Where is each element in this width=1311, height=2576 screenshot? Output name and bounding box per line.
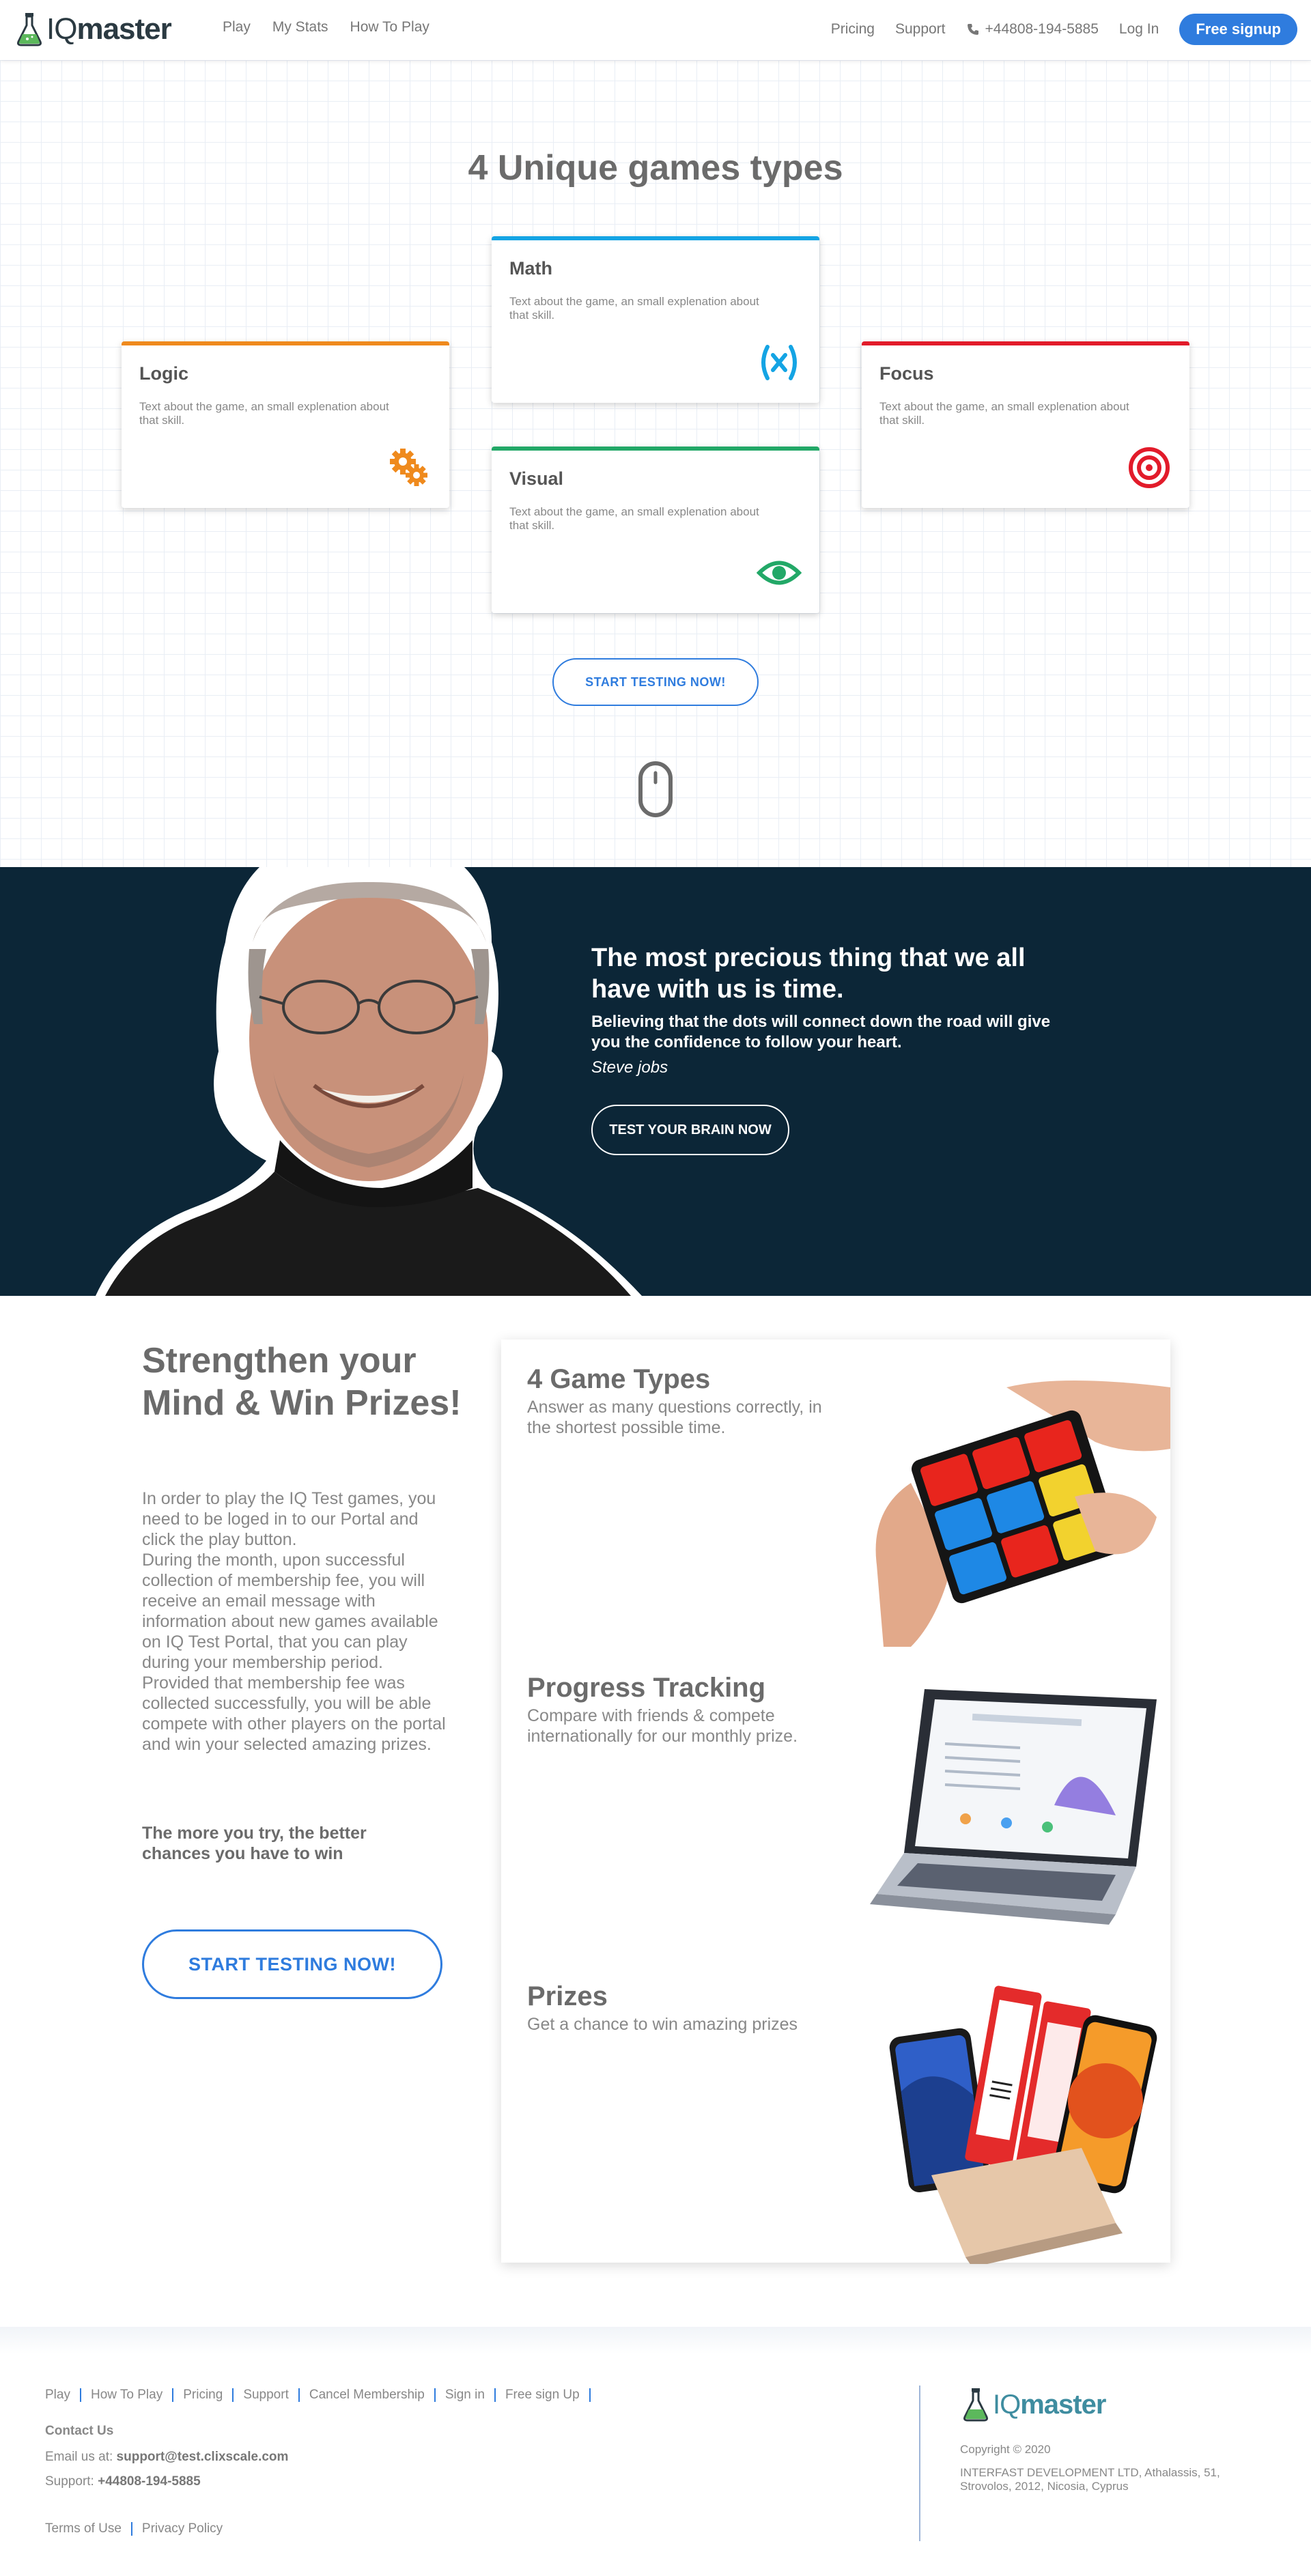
- phone-link[interactable]: +44808-194-5885: [966, 21, 1099, 38]
- eye-icon: [757, 561, 802, 585]
- footer-divider-band: [0, 2327, 1311, 2354]
- card-description: Text about the game, an small explenatio…: [879, 400, 1129, 427]
- start-testing-button[interactable]: START TESTING NOW!: [552, 658, 759, 706]
- contact-support: Support: +44808-194-5885: [45, 2474, 201, 2489]
- footer-link-free-sign-up[interactable]: Free sign Up: [496, 2388, 591, 2402]
- copyright-text: Copyright © 2020: [960, 2443, 1051, 2456]
- feature-progress-tracking: Progress Tracking Compare with friends &…: [501, 1648, 1170, 1957]
- login-link[interactable]: Log In: [1119, 21, 1159, 38]
- secondary-nav: Pricing Support +44808-194-5885 Log In F…: [831, 14, 1297, 45]
- footer-link-pricing[interactable]: Pricing: [173, 2388, 234, 2402]
- feature-title: Prizes: [527, 1981, 608, 2011]
- card-title: Visual: [509, 468, 564, 489]
- footer-link-sign-in[interactable]: Sign in: [436, 2388, 496, 2402]
- laptop-image: [870, 1689, 1157, 1925]
- phone-number: +44808-194-5885: [985, 21, 1099, 37]
- card-focus[interactable]: Focus Text about the game, an small expl…: [862, 341, 1189, 508]
- footer-link-play[interactable]: Play: [45, 2388, 81, 2402]
- card-logic[interactable]: Logic Text about the game, an small expl…: [122, 341, 449, 508]
- card-math[interactable]: Math Text about the game, an small exple…: [492, 236, 819, 403]
- site-logo[interactable]: IQmaster: [15, 11, 172, 48]
- strengthen-body: In order to play the IQ Test games, you …: [142, 1488, 449, 1755]
- section-title: 4 Unique games types: [468, 148, 843, 188]
- quote-section: The most precious thing that we all have…: [0, 867, 1311, 1296]
- site-header: IQmaster Play My Stats How To Play Prici…: [0, 0, 1311, 60]
- footer-link-how-to-play[interactable]: How To Play: [81, 2388, 174, 2402]
- math-multiply-icon: [761, 345, 797, 380]
- scroll-mouse-icon[interactable]: [638, 761, 673, 818]
- logo-suffix: master: [1020, 2389, 1106, 2420]
- footer-link-support[interactable]: Support: [234, 2388, 300, 2402]
- quote-headline: The most precious thing that we all have…: [591, 944, 1026, 1004]
- start-testing-button-large[interactable]: START TESTING NOW!: [142, 1929, 442, 1999]
- privacy-policy-link[interactable]: Privacy Policy: [132, 2522, 232, 2536]
- feature-title: Progress Tracking: [527, 1673, 766, 1703]
- email-link[interactable]: support@test.clixscale.com: [117, 2450, 289, 2464]
- feature-prizes: Prizes Get a chance to win amazing prize…: [501, 1957, 1170, 2265]
- flask-icon: [963, 2388, 988, 2422]
- site-footer: Play How To Play Pricing Support Cancel …: [0, 2327, 1311, 2576]
- phone-icon: [967, 24, 978, 35]
- logo-suffix: master: [76, 12, 171, 46]
- body-paragraph: In order to play the IQ Test games, you …: [142, 1489, 436, 1549]
- nav-play[interactable]: Play: [223, 19, 251, 36]
- target-icon: [1129, 447, 1170, 488]
- nav-how-to-play[interactable]: How To Play: [350, 19, 429, 36]
- legal-links: Terms of Use Privacy Policy: [45, 2522, 232, 2536]
- strengthen-section: Strengthen your Mind & Win Prizes! In or…: [0, 1296, 1311, 2327]
- card-visual[interactable]: Visual Text about the game, an small exp…: [492, 447, 819, 613]
- test-your-brain-button[interactable]: TEST YOUR BRAIN NOW: [591, 1105, 789, 1155]
- portrait-image: [96, 867, 642, 1296]
- nav-my-stats[interactable]: My Stats: [272, 19, 328, 36]
- support-phone-link[interactable]: +44808-194-5885: [98, 2474, 201, 2489]
- card-description: Text about the game, an small explenatio…: [139, 400, 389, 427]
- flask-icon: [17, 13, 42, 46]
- terms-of-use-link[interactable]: Terms of Use: [45, 2522, 132, 2536]
- feature-game-types: 4 Game Types Answer as many questions co…: [501, 1340, 1170, 1648]
- game-types-section: 4 Unique games types Math Text about the…: [0, 60, 1311, 867]
- footer-links: Play How To Play Pricing Support Cancel …: [45, 2388, 591, 2402]
- card-title: Math: [509, 258, 552, 279]
- footer-link-cancel-membership[interactable]: Cancel Membership: [300, 2388, 436, 2402]
- email-label: Email us at:: [45, 2450, 113, 2464]
- footer-vertical-divider: [919, 2386, 920, 2541]
- contact-email: Email us at: support@test.clixscale.com: [45, 2450, 288, 2465]
- feature-description: Answer as many questions correctly, in t…: [527, 1398, 822, 1437]
- company-address: INTERFAST DEVELOPMENT LTD, Athalassis, 5…: [960, 2466, 1220, 2493]
- strengthen-highlight: The more you try, the better chances you…: [142, 1824, 367, 1863]
- footer-logo[interactable]: IQmaster: [961, 2387, 1106, 2422]
- prizes-image: [889, 1985, 1157, 2264]
- body-paragraph: Provided that membership fee was collect…: [142, 1673, 446, 1754]
- logo-prefix: IQ: [46, 12, 77, 46]
- nav-pricing[interactable]: Pricing: [831, 21, 875, 38]
- main-nav: Play My Stats How To Play: [223, 19, 429, 36]
- quote-subtext: Believing that the dots will connect dow…: [591, 1013, 1051, 1051]
- body-paragraph: During the month, upon successful collec…: [142, 1551, 438, 1672]
- logo-prefix: IQ: [993, 2389, 1021, 2420]
- card-title: Focus: [879, 363, 934, 384]
- feature-description: Compare with friends & compete internati…: [527, 1706, 798, 1746]
- nav-support[interactable]: Support: [895, 21, 946, 38]
- support-label: Support:: [45, 2474, 94, 2489]
- features-panel: 4 Game Types Answer as many questions co…: [501, 1340, 1170, 2265]
- strengthen-title: Strengthen your Mind & Win Prizes!: [142, 1341, 462, 1423]
- gears-icon: [390, 449, 427, 486]
- feature-title: 4 Game Types: [527, 1364, 711, 1394]
- card-description: Text about the game, an small explenatio…: [509, 295, 759, 322]
- free-signup-button[interactable]: Free signup: [1179, 14, 1297, 45]
- contact-heading: Contact Us: [45, 2424, 114, 2438]
- feature-description: Get a chance to win amazing prizes: [527, 2015, 798, 2034]
- card-title: Logic: [139, 363, 188, 384]
- rubiks-cube-image: [875, 1381, 1170, 1647]
- card-description: Text about the game, an small explenatio…: [509, 505, 759, 532]
- quote-author: Steve jobs: [591, 1058, 668, 1077]
